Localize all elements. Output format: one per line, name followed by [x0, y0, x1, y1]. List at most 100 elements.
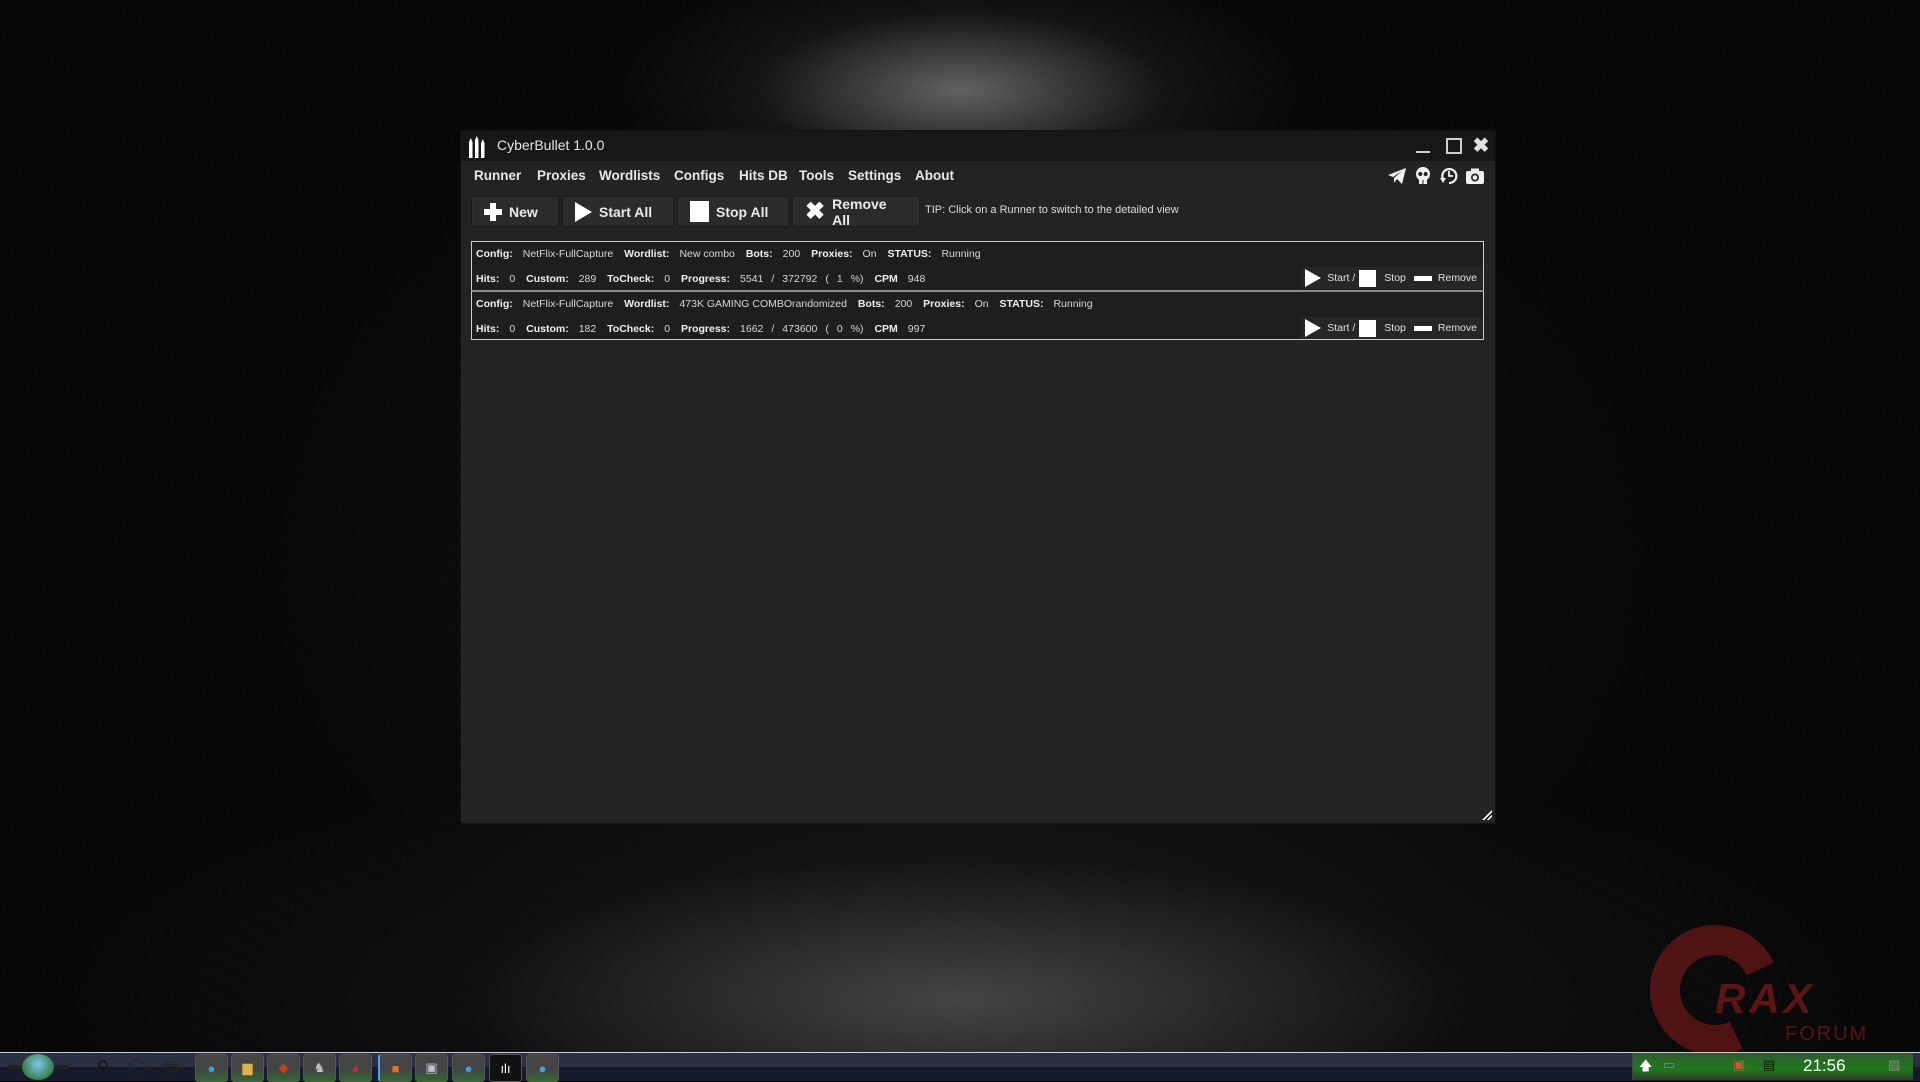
- title-bar[interactable]: CyberBullet 1.0.0 ✖: [461, 131, 1495, 161]
- cpm-value: 997: [907, 323, 926, 335]
- cpm-label: CPM: [874, 323, 898, 335]
- menu-configs[interactable]: Configs: [674, 168, 724, 183]
- runner-stats-line: Hits: 0 Custom: 289 ToCheck: 0 Progress: 554…: [476, 273, 926, 285]
- menu-about[interactable]: About: [915, 168, 954, 183]
- runner-start-button[interactable]: Start /: [1305, 269, 1355, 287]
- runner-info-line: Config: NetFlix-FullCapture Wordlist: New …: [476, 248, 989, 260]
- cpm-label: CPM: [874, 273, 898, 285]
- start-button[interactable]: [22, 1054, 54, 1080]
- taskbar-app-red-icon[interactable]: ◆: [267, 1054, 300, 1082]
- task-view-icon[interactable]: ▤: [160, 1057, 182, 1077]
- runner-start-button[interactable]: Start /: [1305, 319, 1355, 337]
- tocheck-label: ToCheck:: [607, 273, 655, 285]
- play-icon: [1305, 319, 1322, 337]
- custom-label: Custom:: [526, 273, 569, 285]
- tocheck-value: 0: [664, 323, 671, 335]
- tray-network-icon[interactable]: ▭: [1663, 1057, 1675, 1073]
- clock[interactable]: 21:56: [1803, 1056, 1846, 1076]
- new-label: New: [509, 203, 538, 220]
- new-runner-button[interactable]: New: [471, 196, 559, 227]
- taskbar-search-tool-icon[interactable]: ▣: [415, 1054, 448, 1082]
- progress-pct: 1: [836, 273, 843, 285]
- menu-settings[interactable]: Settings: [848, 168, 901, 183]
- custom-value: 182: [578, 323, 597, 335]
- remove-all-button[interactable]: ✖ Remove All: [792, 195, 920, 228]
- minus-icon: [1413, 275, 1432, 281]
- status-label: STATUS:: [887, 248, 932, 260]
- start-label: Start /: [1327, 322, 1356, 334]
- taskbar-cyberbullet-icon[interactable]: ılı: [489, 1054, 522, 1082]
- config-value: NetFlix-FullCapture: [522, 248, 614, 260]
- close-x-icon: ✖: [805, 197, 826, 225]
- taskbar-app-orange-icon[interactable]: ■: [378, 1054, 412, 1082]
- progress-done: 5541: [740, 273, 764, 285]
- close-button[interactable]: ✖: [1469, 134, 1493, 158]
- progress-total: 372792: [782, 273, 818, 285]
- history-icon[interactable]: [1439, 166, 1459, 186]
- remove-label: Remove: [1437, 272, 1477, 284]
- status-value: Running: [941, 248, 981, 260]
- play-icon: [575, 201, 592, 222]
- taskbar-telegram-icon[interactable]: ●: [452, 1054, 485, 1082]
- taskbar-edge-icon[interactable]: ●: [195, 1054, 228, 1082]
- menu-tools[interactable]: Tools: [799, 168, 834, 183]
- runner-actions: Start / Stop Remove: [1301, 317, 1482, 339]
- runner-info-line: Config: NetFlix-FullCapture Wordlist: 473K…: [476, 298, 1101, 310]
- maximize-button[interactable]: [1441, 134, 1465, 158]
- start-all-label: Start All: [599, 203, 653, 220]
- menu-hits-db[interactable]: Hits DB: [739, 168, 788, 183]
- runner-stop-button[interactable]: Stop: [1355, 269, 1406, 287]
- system-tray: 🡅 ▭ ▣ ▤ 21:56 ▨: [1632, 1053, 1913, 1080]
- play-icon: [1305, 269, 1322, 287]
- camera-icon[interactable]: [1465, 166, 1485, 186]
- tray-expand-icon[interactable]: 🡅: [1639, 1057, 1652, 1079]
- bots-value: 200: [894, 298, 913, 310]
- wordlist-value: New combo: [679, 248, 735, 260]
- taskbar-globe-icon[interactable]: ●: [526, 1054, 559, 1082]
- search-icon[interactable]: ⚲: [92, 1057, 114, 1077]
- runner-stop-button[interactable]: Stop: [1355, 319, 1406, 337]
- tocheck-value: 0: [664, 273, 671, 285]
- wordlist-label: Wordlist:: [624, 298, 670, 310]
- menu-runner[interactable]: Runner: [474, 168, 521, 183]
- status-value: Running: [1053, 298, 1093, 310]
- tray-keyboard-icon[interactable]: ▤: [1763, 1057, 1775, 1073]
- stop-icon: [1359, 319, 1377, 337]
- start-all-button[interactable]: Start All: [562, 196, 674, 227]
- stop-icon: [690, 201, 709, 222]
- stop-icon: [1359, 269, 1377, 287]
- menu-proxies[interactable]: Proxies: [537, 168, 586, 183]
- proxies-value: On: [974, 298, 989, 310]
- runner-stats-line: Hits: 0 Custom: 182 ToCheck: 0 Progress: 166…: [476, 323, 926, 335]
- resize-grip[interactable]: [1482, 810, 1492, 820]
- bots-value: 200: [782, 248, 801, 260]
- cortana-icon[interactable]: ◯: [126, 1057, 148, 1077]
- remove-all-label: Remove All: [832, 195, 887, 228]
- bots-label: Bots:: [745, 248, 773, 260]
- status-label: STATUS:: [999, 298, 1044, 310]
- minimize-button[interactable]: [1411, 134, 1435, 158]
- taskbar-file-explorer-icon[interactable]: ▆: [231, 1054, 264, 1082]
- taskbar-app-red-circle-icon[interactable]: ●: [339, 1054, 372, 1082]
- stop-all-button[interactable]: Stop All: [677, 196, 789, 227]
- wordlist-value: 473K GAMING COMBOrandomized: [679, 298, 847, 310]
- skull-icon[interactable]: [1413, 166, 1433, 186]
- bots-label: Bots:: [857, 298, 885, 310]
- progress-label: Progress:: [680, 323, 731, 335]
- config-label: Config:: [476, 248, 513, 260]
- tocheck-label: ToCheck:: [607, 323, 655, 335]
- runner-remove-button[interactable]: Remove: [1406, 272, 1477, 284]
- app-logo-icon: [469, 136, 485, 158]
- hits-value: 0: [509, 323, 516, 335]
- progress-label: Progress:: [680, 273, 731, 285]
- runner-row[interactable]: Config: NetFlix-FullCapture Wordlist: New …: [471, 241, 1484, 291]
- tray-lock-icon[interactable]: ▣: [1733, 1057, 1745, 1073]
- runner-row[interactable]: Config: NetFlix-FullCapture Wordlist: 473K…: [471, 290, 1484, 340]
- progress-done: 1662: [740, 323, 764, 335]
- runner-remove-button[interactable]: Remove: [1406, 322, 1477, 334]
- telegram-icon[interactable]: [1387, 166, 1407, 186]
- taskbar-app-robot-icon[interactable]: ♞: [303, 1054, 336, 1082]
- notifications-icon[interactable]: ▨: [1888, 1057, 1900, 1073]
- runner-list: Config: NetFlix-FullCapture Wordlist: New …: [471, 241, 1484, 340]
- menu-wordlists[interactable]: Wordlists: [599, 168, 660, 183]
